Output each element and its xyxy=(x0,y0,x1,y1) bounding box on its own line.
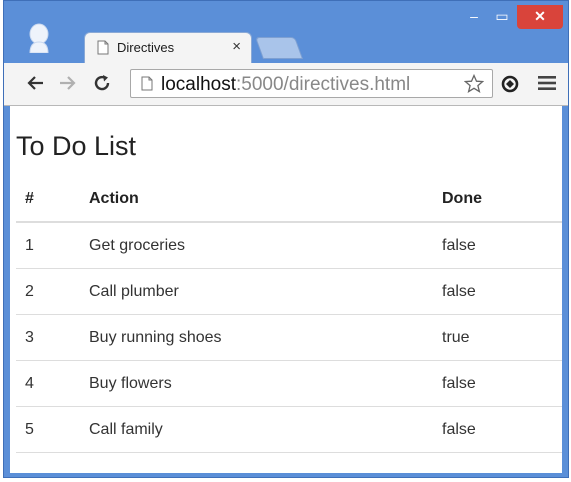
url-path: :5000/directives.html xyxy=(236,74,411,95)
browser-window: Directives × – ▭ ✕ localhost:5000/direct… xyxy=(3,0,569,478)
table-header-row: # Action Done xyxy=(16,177,562,223)
star-icon[interactable] xyxy=(464,74,484,94)
row-number: 2 xyxy=(16,268,89,315)
tab-title: Directives xyxy=(117,40,175,55)
column-header-number: # xyxy=(16,177,89,223)
back-button[interactable] xyxy=(23,71,47,95)
table-row: 2 Call plumber false xyxy=(16,268,562,315)
maximize-button[interactable]: ▭ xyxy=(488,5,516,29)
tab-directives[interactable]: Directives × xyxy=(84,32,252,63)
forward-button[interactable] xyxy=(56,71,80,95)
page-viewport: To Do List # Action Done 1 Get groceries… xyxy=(10,106,562,473)
row-done: true xyxy=(442,314,562,361)
table-row: 5 Call family false xyxy=(16,406,562,453)
back-icon xyxy=(27,76,43,90)
table-row: 1 Get groceries false xyxy=(16,222,562,269)
browser-toolbar: localhost:5000/directives.html xyxy=(4,63,568,106)
menu-icon[interactable] xyxy=(538,75,556,91)
address-bar[interactable]: localhost:5000/directives.html xyxy=(130,69,493,98)
todo-table: # Action Done 1 Get groceries false 2 Ca… xyxy=(16,177,562,453)
row-number: 3 xyxy=(16,314,89,361)
table-row: 3 Buy running shoes true xyxy=(16,314,562,361)
row-done: false xyxy=(442,222,562,269)
row-action: Buy running shoes xyxy=(89,314,442,361)
row-number: 1 xyxy=(16,222,89,269)
reload-button[interactable] xyxy=(90,71,114,95)
row-action: Buy flowers xyxy=(89,360,442,407)
row-action: Get groceries xyxy=(89,222,442,269)
url-text: localhost:5000/directives.html xyxy=(161,74,410,96)
row-action: Call plumber xyxy=(89,268,442,315)
row-number: 5 xyxy=(16,406,89,453)
page-icon xyxy=(141,76,153,91)
column-header-action: Action xyxy=(89,177,442,223)
row-done: false xyxy=(442,406,562,453)
page-icon xyxy=(97,40,109,55)
table-row: 4 Buy flowers false xyxy=(16,360,562,407)
extension-icon[interactable] xyxy=(500,74,520,94)
profile-icon[interactable] xyxy=(26,23,52,53)
row-action: Call family xyxy=(89,406,442,453)
close-icon[interactable]: × xyxy=(232,38,241,55)
page-title: To Do List xyxy=(16,131,137,161)
row-done: false xyxy=(442,360,562,407)
title-bar[interactable]: Directives × – ▭ ✕ xyxy=(4,1,568,63)
row-done: false xyxy=(442,268,562,315)
reload-icon xyxy=(94,75,110,91)
close-window-button[interactable]: ✕ xyxy=(517,5,563,29)
row-number: 4 xyxy=(16,360,89,407)
minimize-button[interactable]: – xyxy=(460,5,488,29)
forward-icon xyxy=(60,76,76,90)
new-tab-button[interactable] xyxy=(254,37,304,59)
column-header-done: Done xyxy=(442,177,562,223)
url-host: localhost xyxy=(161,74,236,95)
